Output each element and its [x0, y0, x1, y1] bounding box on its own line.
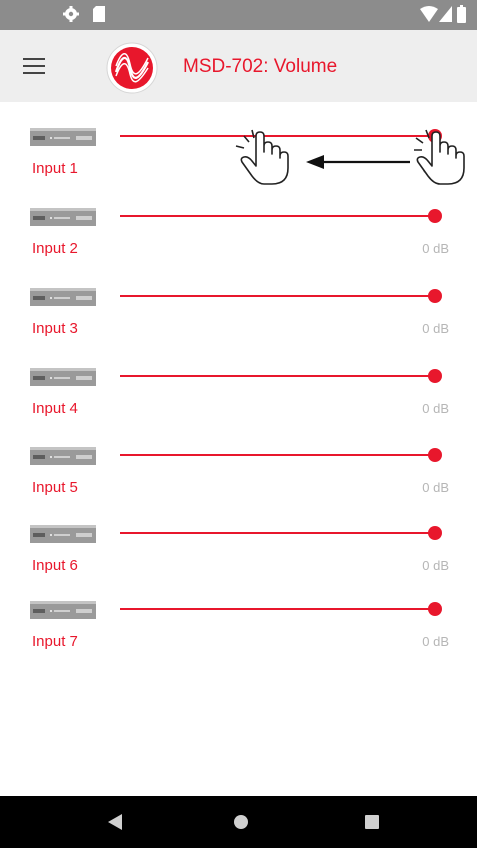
volume-value: 0 dB: [422, 480, 449, 495]
status-bar: [0, 0, 477, 30]
input-label: Input 3: [32, 320, 78, 337]
slider-track: [120, 215, 430, 217]
input-row: Input 4 0 dB: [0, 364, 477, 444]
sd-card-icon: [93, 6, 105, 22]
slider-thumb[interactable]: [428, 289, 442, 303]
rack-device-icon: [30, 368, 96, 386]
volume-value: 0 dB: [422, 558, 449, 573]
input-row: Input 7 0 dB: [0, 597, 477, 677]
slider-track: [120, 375, 430, 377]
volume-value: 0 dB: [422, 321, 449, 336]
hamburger-menu-icon[interactable]: [20, 54, 48, 78]
volume-slider[interactable]: [118, 445, 442, 465]
slider-track: [120, 295, 430, 297]
volume-slider[interactable]: [118, 523, 442, 543]
slider-track: [120, 608, 430, 610]
input-row: Input 2 0 dB: [0, 204, 477, 284]
rack-device-icon: [30, 208, 96, 226]
rack-device-icon: [30, 525, 96, 543]
slider-thumb[interactable]: [428, 526, 442, 540]
volume-value: 0 dB: [422, 241, 449, 256]
brand-logo: [106, 42, 158, 94]
rack-device-icon: [30, 447, 96, 465]
wifi-icon: [420, 6, 438, 22]
rack-device-icon: [30, 601, 96, 619]
input-label: Input 6: [32, 557, 78, 574]
volume-value: 0 dB: [422, 401, 449, 416]
slider-track: [120, 532, 430, 534]
volume-slider[interactable]: [118, 206, 442, 226]
volume-slider[interactable]: [118, 126, 442, 146]
page-title: MSD-702: Volume: [183, 56, 338, 77]
battery-icon: [457, 5, 466, 23]
slider-thumb[interactable]: [428, 209, 442, 223]
input-label: Input 1: [32, 160, 78, 177]
input-label: Input 4: [32, 400, 78, 417]
back-icon[interactable]: [106, 813, 124, 831]
volume-value: 0 dB: [422, 161, 449, 176]
signal-icon: [439, 6, 452, 22]
slider-thumb[interactable]: [428, 369, 442, 383]
input-label: Input 7: [32, 633, 78, 650]
input-row: Input 6 0 dB: [0, 521, 477, 601]
input-label: Input 2: [32, 240, 78, 257]
slider-track: [120, 135, 430, 137]
input-row: Input 5 0 dB: [0, 443, 477, 523]
input-row: Input 1 0 dB: [0, 124, 477, 204]
volume-slider[interactable]: [118, 286, 442, 306]
volume-slider[interactable]: [118, 599, 442, 619]
system-nav-bar: [0, 796, 477, 848]
settings-gear-icon: [63, 6, 79, 22]
input-row: Input 3 0 dB: [0, 284, 477, 364]
slider-thumb[interactable]: [428, 448, 442, 462]
app-bar: MSD-702: Volume: [0, 30, 477, 102]
slider-track: [120, 454, 430, 456]
volume-value: 0 dB: [422, 634, 449, 649]
input-label: Input 5: [32, 479, 78, 496]
rack-device-icon: [30, 288, 96, 306]
recents-icon[interactable]: [364, 814, 380, 830]
rack-device-icon: [30, 128, 96, 146]
volume-slider[interactable]: [118, 366, 442, 386]
home-icon[interactable]: [233, 814, 249, 830]
slider-thumb[interactable]: [428, 129, 442, 143]
slider-thumb[interactable]: [428, 602, 442, 616]
